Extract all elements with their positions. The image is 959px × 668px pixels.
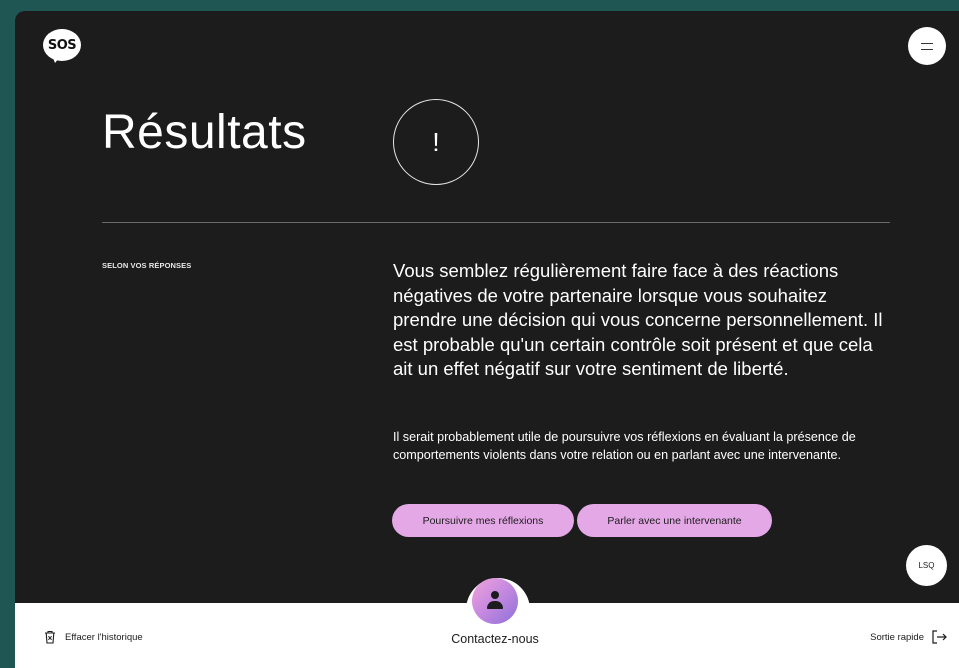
contact-avatar-button[interactable] bbox=[472, 578, 518, 624]
result-text: Vous semblez régulièrement faire face à … bbox=[393, 260, 883, 379]
person-icon-body bbox=[487, 601, 503, 609]
exit-icon bbox=[932, 630, 947, 644]
contact-link[interactable]: Contactez-nous bbox=[395, 632, 595, 646]
app-window: SOS Résultats ! SELON VOS RÉPONSES Vous … bbox=[15, 11, 959, 668]
menu-button[interactable] bbox=[908, 27, 946, 65]
lsq-button[interactable]: LSQ bbox=[906, 545, 947, 586]
sos-logo[interactable]: SOS bbox=[43, 29, 83, 65]
section-label: SELON VOS RÉPONSES bbox=[102, 261, 192, 270]
quick-exit-button[interactable]: Sortie rapide bbox=[870, 630, 947, 644]
clear-history-button[interactable]: Effacer l'historique bbox=[44, 630, 143, 644]
trash-icon bbox=[44, 630, 56, 644]
alert-icon: ! bbox=[393, 99, 479, 185]
menu-icon bbox=[921, 42, 933, 50]
continue-reflection-button[interactable]: Poursuivre mes réflexions bbox=[392, 504, 574, 537]
recommendation-text: Il serait probablement utile de poursuiv… bbox=[393, 430, 856, 462]
clear-history-label: Effacer l'historique bbox=[65, 631, 143, 643]
quick-exit-label: Sortie rapide bbox=[870, 631, 924, 643]
divider bbox=[102, 222, 890, 223]
logo-bubble: SOS bbox=[43, 29, 81, 61]
person-icon bbox=[491, 591, 499, 599]
page-title: Résultats bbox=[102, 106, 307, 159]
talk-to-counselor-button[interactable]: Parler avec une intervenante bbox=[577, 504, 772, 537]
